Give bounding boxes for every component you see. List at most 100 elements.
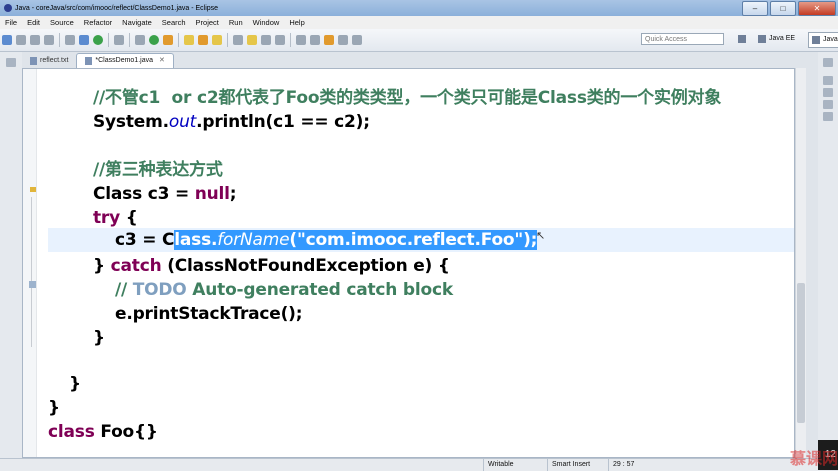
comment-text: //第三种表达方式 [93,160,223,180]
comment-text: Auto-generated catch block [186,280,453,300]
toolbar-divider [108,33,109,47]
string-token: "com.imooc.reflect.Foo" [296,230,524,250]
perspective-java-ee[interactable]: Java EE [758,32,795,46]
external-tools-icon[interactable] [163,35,173,45]
maximize-button[interactable]: □ [770,0,796,16]
code-line: e.printStackTrace(); [115,302,303,326]
code-token: } [93,256,111,276]
menu-search[interactable]: Search [157,18,191,27]
tab-reflect-txt[interactable]: reflect.txt [22,54,76,68]
comment-text: // [115,280,133,300]
window-titlebar: Java - coreJava/src/com/imooc/reflect/Cl… [0,0,838,16]
code-token: .println(c1 == c2); [196,112,370,132]
comment-text: //不管c1 or c2都代表了Foo类的类类型，一个类只可能是Class类的一… [93,88,722,108]
menu-window[interactable]: Window [248,18,285,27]
code-token: forName [217,230,290,250]
mouse-pointer-icon: ↖ [536,230,546,242]
java-icon [812,36,820,44]
last-edit-location-icon[interactable] [324,35,334,45]
save-all-icon[interactable] [30,35,40,45]
new-package-icon[interactable] [184,35,194,45]
task-list-icon[interactable] [823,88,833,97]
menu-bar: File Edit Source Refactor Navigate Searc… [0,16,838,29]
forward-icon[interactable] [352,35,362,45]
skip-breakpoints-icon[interactable] [114,35,124,45]
code-line: //不管c1 or c2都代表了Foo类的类类型，一个类只可能是Class类的一… [93,86,721,110]
code-token: e.printStackTrace(); [115,304,303,324]
next-annotation-icon[interactable] [296,35,306,45]
outline-view-icon[interactable] [823,76,833,85]
restore-icon[interactable] [823,58,833,67]
new-java-project-icon[interactable] [79,35,89,45]
keyword-token: catch [110,256,162,276]
open-perspective-button[interactable] [738,32,749,46]
code-token: out [168,112,197,132]
toggle-mark-occurrences-icon[interactable] [247,35,257,45]
menu-run[interactable]: Run [224,18,248,27]
close-tab-icon[interactable]: ✕ [159,54,165,68]
menu-source[interactable]: Source [45,18,79,27]
code-token: } [93,328,105,348]
block-selection-icon[interactable] [275,35,285,45]
save-icon[interactable] [16,35,26,45]
toolbar-divider [227,33,228,47]
debug-icon[interactable] [135,35,145,45]
print-icon[interactable] [44,35,54,45]
code-line: Class c3 = null; [93,182,237,206]
code-token: } [69,374,81,394]
text-file-icon [30,57,37,65]
left-trim-bar [0,52,22,458]
menu-project[interactable]: Project [191,18,224,27]
code-line: } catch (ClassNotFoundException e) { [93,254,450,278]
previous-annotation-icon[interactable] [310,35,320,45]
close-window-button[interactable]: ✕ [798,0,836,16]
status-insert-mode: Smart Insert [547,459,590,471]
toolbar-divider [59,33,60,47]
menu-file[interactable]: File [0,18,22,27]
status-bar: Writable Smart Insert 29 : 57 [0,458,838,471]
minimize-button[interactable]: – [742,0,768,16]
menu-navigate[interactable]: Navigate [117,18,157,27]
menu-help[interactable]: Help [284,18,309,27]
problems-view-icon[interactable] [823,100,833,109]
editor-tabs: reflect.txt *ClassDemo1.java ✕ [22,52,818,68]
code-token: lass. [174,230,218,250]
java-file-icon [85,57,93,65]
server-icon[interactable] [93,35,103,45]
menu-edit[interactable]: Edit [22,18,45,27]
code-editor[interactable]: //不管c1 or c2都代表了Foo类的类类型，一个类只可能是Class类的一… [22,68,795,458]
status-cursor-position: 29 : 57 [608,459,634,471]
new-class-icon[interactable] [198,35,208,45]
code-token: } [48,398,60,418]
quick-access-input[interactable]: Quick Access [641,33,724,45]
keyword-token: class [48,422,95,442]
menu-refactor[interactable]: Refactor [79,18,117,27]
scrollbar-thumb[interactable] [797,283,805,423]
open-perspective-icon [738,35,746,43]
restore-icon[interactable] [6,58,16,67]
selected-text[interactable]: lass.forName("com.imooc.reflect.Foo"); [174,230,537,250]
todo-tag: TODO [132,280,187,300]
eclipse-icon [4,4,12,12]
open-type-icon[interactable] [212,35,222,45]
editor-vertical-scrollbar[interactable] [795,68,806,458]
run-icon[interactable] [149,35,159,45]
code-token: (ClassNotFoundException e) { [161,256,450,276]
build-icon[interactable] [65,35,75,45]
show-whitespace-icon[interactable] [261,35,271,45]
perspective-java[interactable]: Java [808,32,838,48]
back-icon[interactable] [338,35,348,45]
new-icon[interactable] [2,35,12,45]
tab-classdemo1-java[interactable]: *ClassDemo1.java ✕ [76,53,174,68]
code-token: System. [93,112,169,132]
code-line: } [48,396,60,420]
toolbar-divider [290,33,291,47]
task-marker-icon[interactable] [29,281,36,288]
warning-marker-icon[interactable] [30,187,36,192]
search-icon[interactable] [233,35,243,45]
console-view-icon[interactable] [823,112,833,121]
code-line: } [93,326,105,350]
toolbar-divider [178,33,179,47]
code-token: ( [289,230,297,250]
code-token: Class c3 = [93,184,195,204]
